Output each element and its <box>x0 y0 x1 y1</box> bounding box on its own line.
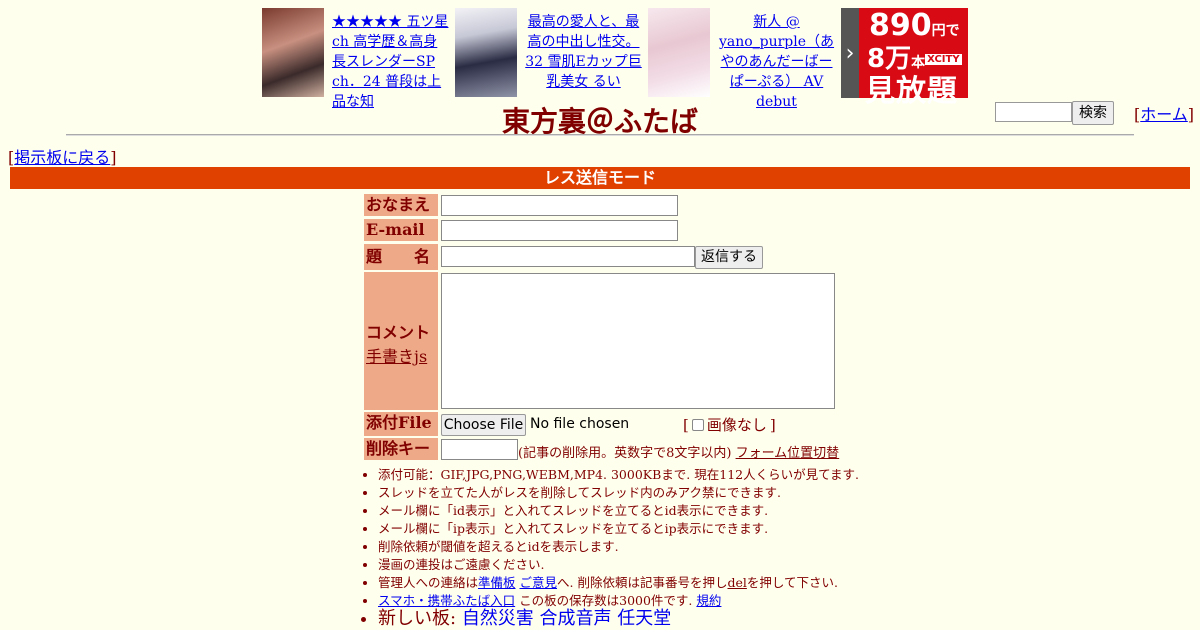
rule-text: この板の保存数は3000件です. <box>519 593 693 608</box>
subject-input[interactable] <box>441 246 695 267</box>
ad-link[interactable]: 新人 @ yano_purple（あやのあんだーばーぱーぷる） AV debut <box>719 14 834 110</box>
rule-item: メール欄に「ip表示」と入れてスレッドを立てるとip表示にできます. <box>378 520 859 538</box>
file-status: No file chosen <box>530 416 630 432</box>
rule-item: 管理人への連絡は準備板 ご意見へ. 削除依頼は記事番号を押しdelを押して下さい… <box>378 574 859 592</box>
rule-item: 添付可能：GIF,JPG,PNG,WEBM,MP4. 3000KBまで. 現在1… <box>378 466 859 484</box>
rule-text: へ. 削除依頼は記事番号を押し <box>557 575 728 590</box>
prep-board-link[interactable]: 準備板 <box>478 575 516 590</box>
search-input[interactable] <box>995 102 1072 122</box>
comment-label-cell: コメント 手書きjs <box>364 272 438 410</box>
submit-button[interactable]: 返信する <box>695 246 763 269</box>
ad-bar: ★★★★★ 五ツ星ch 高学歴＆高身長スレンダーSP ch．24 普段は上品な知… <box>262 8 968 110</box>
rule-text: 管理人への連絡は <box>378 575 479 590</box>
back-to-board-link[interactable]: 掲示板に戻る <box>14 148 110 167</box>
no-image-label: 画像なし <box>706 416 767 434</box>
email-label: E-mail <box>364 219 438 241</box>
rule-item: 削除依頼が閾値を超えるとidを表示します. <box>378 538 859 556</box>
search-form: 検索 <box>995 101 1114 125</box>
ad-link[interactable]: 最高の愛人と、最高の中出し性交。 32 雪肌Eカップ巨乳美女 るい <box>525 14 641 90</box>
chevron-right-icon[interactable]: › <box>841 8 859 98</box>
home-link[interactable]: ホーム <box>1140 105 1188 124</box>
handwriting-link[interactable]: 手書きjs <box>366 347 427 366</box>
board-link-nintendo[interactable]: 任天堂 <box>617 608 671 629</box>
ad-item-1[interactable]: ★★★★★ 五ツ星ch 高学歴＆高身長スレンダーSP ch．24 普段は上品な知 <box>262 8 455 110</box>
comment-label: コメント <box>366 323 431 342</box>
banner-price-unit: 円で <box>931 23 960 39</box>
new-boards-label: 新しい板: <box>378 608 457 629</box>
file-label: 添付File <box>364 412 438 436</box>
form-position-switch-link[interactable]: フォーム位置切替 <box>736 446 840 461</box>
back-nav: [掲示板に戻る] <box>8 148 117 167</box>
no-image-checkbox[interactable] <box>691 418 704 431</box>
ad-thumbnail[interactable] <box>262 8 324 97</box>
ad-thumbnail[interactable] <box>648 8 710 97</box>
name-input[interactable] <box>441 195 678 216</box>
delkey-note-row: (記事の削除用。英数字で8文字以内) フォーム位置切替 <box>518 442 839 461</box>
ad-banner[interactable]: 890円で 8万本 XCITY 見放題 <box>859 8 968 109</box>
comment-textarea[interactable] <box>441 273 835 409</box>
board-link-voice[interactable]: 合成音声 <box>540 608 612 629</box>
subject-label: 題 名 <box>364 244 438 270</box>
ad-item-3[interactable]: 新人 @ yano_purple（あやのあんだーばーぱーぷる） AV debut <box>648 8 841 110</box>
home-nav: [ホーム] <box>1134 105 1195 124</box>
divider <box>66 134 1134 136</box>
ad-item-2[interactable]: 最高の愛人と、最高の中出し性交。 32 雪肌Eカップ巨乳美女 るい <box>455 8 648 98</box>
new-boards-item: 新しい板: 自然災害 合成音声 任天堂 <box>378 610 859 628</box>
no-image-option: [画像なし] <box>683 415 776 435</box>
board-link-disaster[interactable]: 自然災害 <box>462 608 534 629</box>
mode-banner: レス送信モード <box>10 167 1190 189</box>
choose-file-button[interactable]: Choose File <box>441 414 526 436</box>
rule-text: を押して下さい. <box>746 575 838 590</box>
rule-item: 漫画の連投はご遠慮ください. <box>378 556 859 574</box>
delkey-label: 削除キー <box>364 438 438 460</box>
delkey-note: (記事の削除用。英数字で8文字以内) <box>518 446 732 461</box>
del-link[interactable]: del <box>727 575 746 590</box>
ad-link[interactable]: ★★★★★ 五ツ星ch 高学歴＆高身長スレンダーSP ch．24 普段は上品な知 <box>332 14 448 110</box>
name-label: おなまえ <box>364 194 438 216</box>
delkey-input[interactable] <box>441 439 518 460</box>
rule-item: メール欄に「id表示」と入れてスレッドを立てるとid表示にできます. <box>378 502 859 520</box>
search-button[interactable]: 検索 <box>1072 101 1114 125</box>
rule-item: スレッドを立てた人がレスを削除してスレッド内のみアク禁にできます. <box>378 484 859 502</box>
terms-link[interactable]: 規約 <box>696 593 721 608</box>
feedback-link[interactable]: ご意見 <box>520 575 558 590</box>
ad-thumbnail[interactable] <box>455 8 517 97</box>
banner-brand: XCITY <box>925 54 962 65</box>
email-input[interactable] <box>441 220 678 241</box>
mobile-entrance-link[interactable]: スマホ・携帯ふたば入口 <box>378 593 515 608</box>
rules-list: 添付可能：GIF,JPG,PNG,WEBM,MP4. 3000KBまで. 現在1… <box>362 466 859 628</box>
